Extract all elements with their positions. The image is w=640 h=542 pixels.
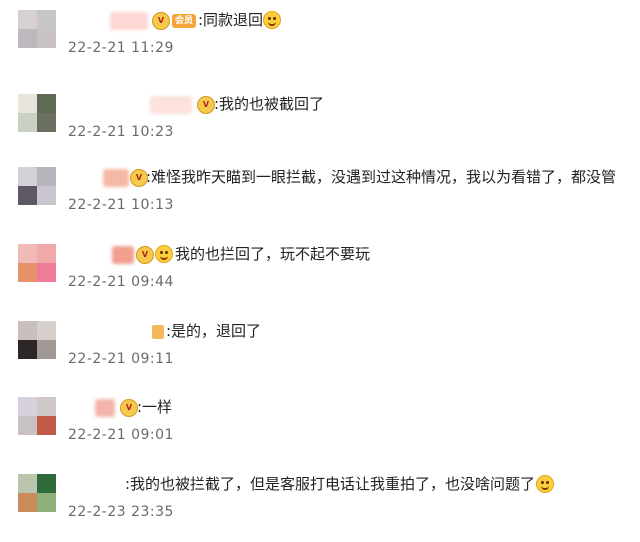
- vip-level-tag: 会员: [172, 14, 197, 28]
- avatar-pixel: [18, 186, 37, 205]
- comment-item: V :难怪我昨天瞄到一眼拦截，没遇到过这种情况，我以为看错了，都没管 22-2-…: [0, 157, 640, 231]
- vip-badge-icon: V: [120, 399, 138, 417]
- avatar-pixel: [18, 493, 37, 512]
- avatar-pixel: [18, 94, 37, 113]
- comment-timestamp: 22-2-21 09:44: [68, 274, 174, 290]
- smirk-emoji-icon: [155, 245, 173, 263]
- comment-item: V 我的也拦回了，玩不起不要玩 22-2-21 09:44: [0, 234, 640, 308]
- avatar-pixel: [37, 10, 56, 29]
- comment-item: :我的也被拦截了，但是客服打电话让我重拍了，也没啥问题了 22-2-23 23:…: [0, 464, 640, 538]
- username-blurred[interactable]: [112, 246, 134, 264]
- avatar-pixel: [37, 186, 56, 205]
- avatar[interactable]: [18, 397, 56, 435]
- avatar-pixel: [18, 263, 37, 282]
- avatar[interactable]: [18, 244, 56, 282]
- vip-badge-icon: [152, 325, 164, 339]
- avatar-pixel: [37, 397, 56, 416]
- username-blurred[interactable]: [103, 169, 129, 187]
- avatar-pixel: [18, 29, 37, 48]
- grin-emoji-icon: [536, 475, 554, 493]
- comment-timestamp: 22-2-21 10:23: [68, 124, 174, 140]
- avatar-pixel: [37, 321, 56, 340]
- comment-item: :是的，退回了 22-2-21 09:11: [0, 311, 640, 385]
- username-blurred[interactable]: [110, 12, 148, 30]
- comment-timestamp: 22-2-21 09:01: [68, 427, 174, 443]
- avatar-pixel: [37, 29, 56, 48]
- comment-timestamp: 22-2-21 10:13: [68, 197, 174, 213]
- avatar-pixel: [37, 263, 56, 282]
- avatar-pixel: [37, 340, 56, 359]
- avatar-pixel: [18, 474, 37, 493]
- comment-item: V :一样 22-2-21 09:01: [0, 387, 640, 461]
- vip-badge-icon: V: [197, 96, 215, 114]
- avatar-pixel: [37, 113, 56, 132]
- laugh-emoji-icon: [263, 11, 281, 29]
- avatar-pixel: [18, 397, 37, 416]
- vip-badge-icon: V: [136, 246, 154, 264]
- emoji-mouth: [541, 486, 549, 490]
- avatar[interactable]: [18, 94, 56, 132]
- comment-text: :一样: [137, 398, 173, 416]
- avatar-pixel: [37, 416, 56, 435]
- emoji-mouth: [160, 256, 168, 260]
- username-blurred[interactable]: [150, 96, 192, 114]
- avatar-pixel: [18, 416, 37, 435]
- avatar[interactable]: [18, 167, 56, 205]
- comment-text: :我的也被截回了: [214, 95, 325, 113]
- emoji-mouth: [268, 22, 276, 26]
- comment-timestamp: 22-2-23 23:35: [68, 504, 174, 520]
- avatar-pixel: [37, 94, 56, 113]
- avatar-pixel: [18, 244, 37, 263]
- avatar-pixel: [37, 244, 56, 263]
- avatar-pixel: [37, 167, 56, 186]
- avatar[interactable]: [18, 474, 56, 512]
- comment-text: :我的也被拦截了，但是客服打电话让我重拍了，也没啥问题了: [125, 475, 536, 493]
- avatar[interactable]: [18, 321, 56, 359]
- comment-text: :难怪我昨天瞄到一眼拦截，没遇到过这种情况，我以为看错了，都没管: [146, 168, 617, 186]
- comment-item: V 会员 :同款退回 22-2-21 11:29: [0, 0, 640, 74]
- avatar[interactable]: [18, 10, 56, 48]
- comment-item: V :我的也被截回了 22-2-21 10:23: [0, 84, 640, 158]
- avatar-pixel: [18, 113, 37, 132]
- avatar-pixel: [37, 474, 56, 493]
- avatar-pixel: [18, 167, 37, 186]
- comment-timestamp: 22-2-21 09:11: [68, 351, 174, 367]
- avatar-pixel: [37, 493, 56, 512]
- comment-text: :同款退回: [198, 11, 264, 29]
- comment-timestamp: 22-2-21 11:29: [68, 40, 174, 56]
- avatar-pixel: [18, 321, 37, 340]
- vip-badge-icon: V: [152, 12, 170, 30]
- comment-text: :是的，退回了: [166, 322, 262, 340]
- comment-text: 我的也拦回了，玩不起不要玩: [175, 245, 371, 263]
- avatar-pixel: [18, 340, 37, 359]
- username-blurred[interactable]: [95, 399, 115, 417]
- avatar-pixel: [18, 10, 37, 29]
